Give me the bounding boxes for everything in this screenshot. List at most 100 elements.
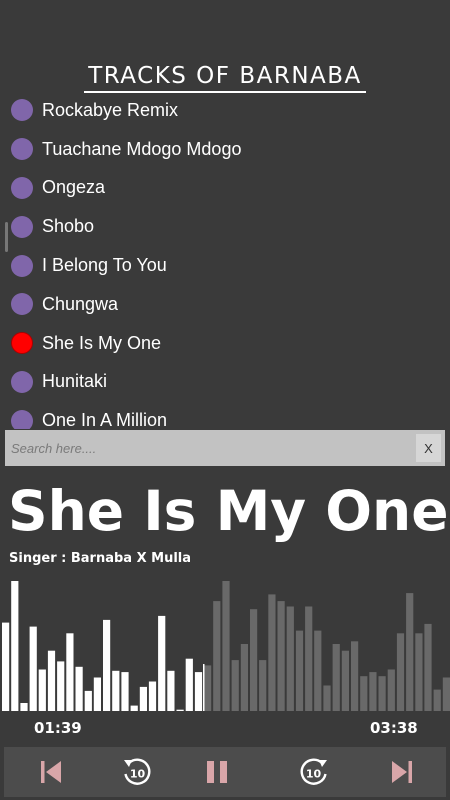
waveform-bar xyxy=(66,633,74,711)
rewind-10-button[interactable]: 10 xyxy=(112,747,162,797)
track-dot-icon xyxy=(11,293,33,316)
track-label: Shobo xyxy=(42,216,95,237)
total-time: 03:38 xyxy=(370,719,418,737)
waveform-bar xyxy=(75,666,83,711)
track-label: Ongeza xyxy=(42,177,106,198)
waveform-bar xyxy=(250,609,258,711)
search-bar: X xyxy=(5,430,445,466)
track-label: I Belong To You xyxy=(42,255,167,276)
track-item-active[interactable]: She Is My One xyxy=(0,324,450,363)
search-input[interactable] xyxy=(5,430,410,466)
waveform-bar xyxy=(103,619,111,711)
waveform-bar xyxy=(360,676,368,711)
waveform-bar xyxy=(57,661,65,711)
skip-next-icon xyxy=(392,761,412,783)
track-dot-icon xyxy=(11,138,33,161)
track-item[interactable]: I Belong To You xyxy=(0,246,450,285)
waveform-bar xyxy=(158,615,166,711)
header: TRACKS OF BARNABA xyxy=(0,62,450,93)
track-dot-icon xyxy=(11,176,33,199)
previous-button[interactable] xyxy=(26,747,76,797)
waveform-bar xyxy=(84,690,92,711)
track-item[interactable]: Rockabye Remix xyxy=(0,91,450,130)
rewind-seconds-label: 10 xyxy=(130,768,146,781)
waveform-bar xyxy=(222,581,230,711)
track-dot-icon xyxy=(11,254,33,277)
waveform-bar xyxy=(139,686,147,711)
replay-10-icon: 10 xyxy=(124,758,151,785)
track-item[interactable]: Tuachane Mdogo Mdogo xyxy=(0,130,450,169)
now-playing-title: She Is My One xyxy=(8,479,449,543)
track-item[interactable]: Ongeza xyxy=(0,169,450,208)
waveform-bar xyxy=(93,677,101,711)
waveform-bar xyxy=(240,644,248,711)
waveform-bar xyxy=(396,633,405,711)
track-item[interactable]: Shobo xyxy=(0,207,450,246)
waveform-bar xyxy=(369,672,377,711)
forward-seconds-label: 10 xyxy=(306,768,322,781)
waveform-bar xyxy=(286,606,294,711)
singer-label: Singer : Barnaba X Mulla xyxy=(9,551,192,566)
waveform-bar xyxy=(314,630,322,711)
forward-10-button[interactable]: 10 xyxy=(289,747,339,797)
waveform-bar xyxy=(167,670,175,711)
playhead-marker xyxy=(203,664,205,711)
skip-previous-icon xyxy=(41,761,61,783)
waveform-bar xyxy=(351,641,359,711)
waveform-seekbar[interactable] xyxy=(0,576,450,712)
track-dot-icon xyxy=(11,370,33,393)
waveform-bar xyxy=(204,665,212,711)
track-label: Hunitaki xyxy=(42,371,108,392)
waveform-bar xyxy=(305,606,313,711)
forward-10-icon: 10 xyxy=(300,758,327,785)
track-dot-icon xyxy=(11,215,33,238)
waveform-bar xyxy=(11,581,19,711)
track-item[interactable]: Hunitaki xyxy=(0,363,450,402)
current-time: 01:39 xyxy=(34,719,82,737)
track-dot-icon xyxy=(11,409,33,429)
waveform-bar xyxy=(406,593,414,711)
waveform-bar xyxy=(424,623,432,711)
player-controls: 10 10 xyxy=(4,747,446,797)
track-label: She Is My One xyxy=(42,332,162,353)
waveform-bar xyxy=(112,670,120,711)
waveform-bar xyxy=(277,601,285,711)
track-dot-active-icon xyxy=(11,332,33,355)
waveform-bar xyxy=(268,594,276,711)
track-label: Tuachane Mdogo Mdogo xyxy=(42,138,242,159)
waveform-bar xyxy=(323,685,331,711)
waveform-bar xyxy=(2,622,10,711)
track-label: Chungwa xyxy=(42,293,119,314)
waveform-bar xyxy=(121,672,129,711)
waveform-bar xyxy=(176,709,184,711)
waveform-bar xyxy=(185,658,193,711)
next-button[interactable] xyxy=(377,747,427,797)
waveform-bar xyxy=(387,669,395,711)
waveform-bar xyxy=(29,626,37,711)
waveform-bar xyxy=(433,689,441,711)
waveform-bar xyxy=(341,650,349,711)
waveform-bar xyxy=(415,633,423,711)
track-item[interactable]: Chungwa xyxy=(0,285,450,324)
waveform-bar xyxy=(378,676,386,711)
clear-search-button[interactable]: X xyxy=(416,434,441,462)
waveform-bar xyxy=(130,705,138,711)
waveform-bar xyxy=(231,660,239,711)
track-item[interactable]: One In A Million xyxy=(0,401,450,429)
track-dot-icon xyxy=(11,99,33,122)
waveform-bar xyxy=(148,681,157,711)
waveform-bar xyxy=(259,660,267,711)
waveform-bar xyxy=(38,669,46,711)
track-label: One In A Million xyxy=(42,410,168,429)
waveform-bar xyxy=(194,672,203,711)
waveform-bar xyxy=(20,703,28,711)
track-list: Rockabye Remix Tuachane Mdogo Mdogo Onge… xyxy=(0,91,450,429)
pause-button[interactable] xyxy=(192,747,242,797)
waveform-bar xyxy=(213,601,221,711)
waveform-bar xyxy=(332,644,340,711)
waveform-bar xyxy=(295,630,304,711)
waveform-bar xyxy=(442,677,450,711)
track-label: Rockabye Remix xyxy=(42,99,179,120)
page-title: TRACKS OF BARNABA xyxy=(84,62,366,93)
waveform-bar xyxy=(47,650,56,711)
